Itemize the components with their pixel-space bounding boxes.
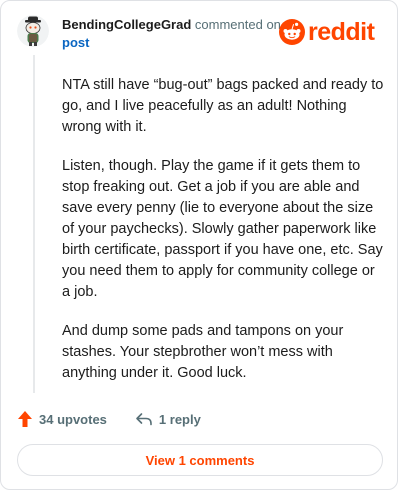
upvote-count: 34 upvotes xyxy=(39,411,107,427)
comment-action-text: commented on xyxy=(194,17,281,32)
comment-header: BendingCollegeGrad commented on xyxy=(62,17,281,33)
comment-paragraph: And dump some pads and tampons on your s… xyxy=(62,323,344,381)
upvote-button[interactable]: 34 upvotes xyxy=(17,410,107,428)
comment-paragraph: NTA still have “bug-out” bags packed and… xyxy=(62,77,384,135)
reply-arrow-icon xyxy=(136,413,152,426)
comment-card: BendingCollegeGrad commented on post red… xyxy=(0,0,398,490)
reddit-logo: reddit xyxy=(279,18,375,46)
snoo-avatar-icon xyxy=(17,15,49,47)
username[interactable]: BendingCollegeGrad xyxy=(62,17,191,32)
reply-button[interactable]: 1 reply xyxy=(135,412,201,427)
thread-line[interactable] xyxy=(33,55,35,393)
reddit-snoo-icon xyxy=(279,19,305,45)
upvote-arrow-icon xyxy=(18,411,32,427)
reply-count: 1 reply xyxy=(158,411,201,427)
comment-actions: 34 upvotes 1 reply xyxy=(17,410,201,428)
view-comments-button[interactable]: View 1 comments xyxy=(17,444,383,476)
comment-body: NTA still have “bug-out” bags packed and… xyxy=(62,75,384,402)
post-link[interactable]: post xyxy=(62,35,89,50)
avatar[interactable] xyxy=(17,15,49,47)
reddit-wordmark: reddit xyxy=(308,18,375,46)
comment-paragraph: Listen, though. Play the game if it gets… xyxy=(62,158,383,300)
